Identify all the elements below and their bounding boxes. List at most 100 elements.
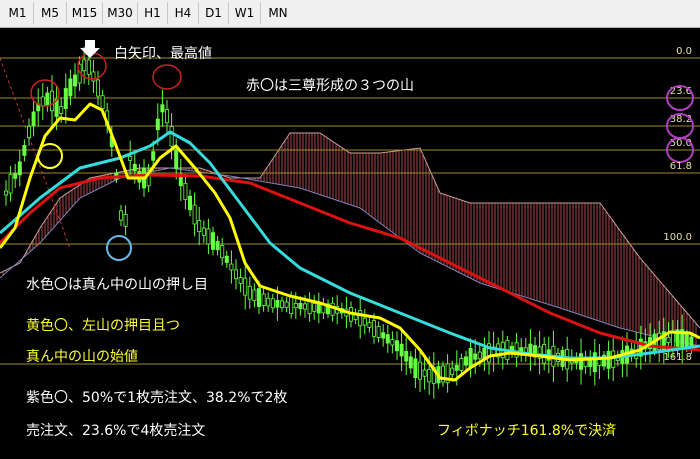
- cyan-circle-marker: [106, 235, 132, 261]
- candle-body: [210, 232, 215, 250]
- candle-body: [174, 149, 179, 169]
- fib-level-label: 61.8: [670, 161, 692, 172]
- candle-body: [201, 227, 206, 236]
- annotation-yellow-note-1: 黄色〇、左山の押目且つ: [26, 317, 180, 334]
- candle-body: [468, 347, 473, 368]
- candle-body: [229, 263, 234, 271]
- candle-body: [183, 182, 188, 201]
- candle-body: [312, 303, 317, 312]
- candle-body: [381, 332, 386, 339]
- candle-body: [192, 204, 197, 225]
- candle-body: [270, 298, 275, 309]
- candle-body: [151, 151, 156, 161]
- candle-body: [82, 59, 87, 72]
- candle-body: [73, 74, 78, 87]
- candle-body: [252, 289, 257, 301]
- candle-body: [68, 78, 73, 97]
- candle-body: [477, 351, 482, 360]
- candle-body: [579, 353, 584, 370]
- candle-body: [155, 118, 160, 131]
- candle-body: [100, 95, 105, 109]
- candle-body: [238, 277, 243, 284]
- candle-body: [413, 358, 418, 379]
- candle-body: [330, 302, 335, 316]
- candle-body: [164, 109, 169, 124]
- left-peak-red-circle: [30, 79, 60, 107]
- timeframe-button-d1[interactable]: D1: [199, 2, 229, 24]
- candle-body: [289, 296, 294, 315]
- candle-body: [261, 293, 266, 306]
- annotation-cyan-note: 水色〇は真ん中の山の押し目: [26, 276, 208, 293]
- candle-body: [247, 285, 252, 300]
- candle-body: [266, 297, 271, 307]
- candle-body: [40, 96, 45, 107]
- candle-body: [542, 344, 547, 364]
- annotation-purple-note-1: 紫色〇、50%で1枚売注文、38.2%で2枚: [26, 389, 287, 406]
- candle-body: [243, 277, 248, 296]
- candle-body: [86, 59, 91, 75]
- candle-body: [169, 125, 174, 147]
- candle-body: [8, 173, 13, 194]
- candle-body: [293, 303, 298, 309]
- moving-averages: [0, 102, 700, 382]
- fast-moving-average-line: [0, 102, 700, 382]
- candle-body: [463, 356, 468, 366]
- yellow-circle-marker: [37, 143, 63, 169]
- candle-body: [26, 125, 31, 139]
- candle-body: [666, 336, 671, 343]
- ichimoku-cloud: [0, 57, 700, 347]
- candle-body: [376, 326, 381, 338]
- candle-body: [96, 79, 101, 97]
- timeframe-button-m5[interactable]: M5: [34, 2, 67, 24]
- candle-body: [197, 219, 202, 233]
- timeframe-button-m30[interactable]: M30: [103, 2, 138, 24]
- candle-body: [417, 361, 422, 380]
- timeframe-button-m15[interactable]: M15: [67, 2, 103, 24]
- candle-body: [459, 358, 464, 371]
- annotation-arrow-note: 白矢印、最高値: [114, 45, 212, 62]
- candle-body: [367, 322, 372, 328]
- candle-body: [22, 145, 27, 156]
- candle-body: [233, 269, 238, 280]
- candle-body: [385, 334, 390, 344]
- candle-body: [523, 347, 528, 353]
- timeframe-button-m1[interactable]: M1: [2, 2, 34, 24]
- timeframe-button-h4[interactable]: H4: [168, 2, 199, 24]
- candle-body: [408, 356, 413, 369]
- candle-body: [59, 106, 64, 114]
- candle-body: [473, 353, 478, 360]
- candle-body: [427, 368, 432, 383]
- candle-body: [279, 300, 284, 308]
- candle-body: [63, 88, 68, 109]
- timeframe-button-w1[interactable]: W1: [229, 2, 261, 24]
- candle-body: [17, 161, 22, 176]
- candle-body: [13, 173, 18, 179]
- timeframe-button-mn[interactable]: MN: [261, 2, 295, 24]
- candle-body: [390, 339, 395, 346]
- candle-body: [206, 228, 211, 245]
- candle-body: [123, 213, 128, 227]
- candle-body: [671, 330, 676, 348]
- chart-area[interactable]: 0.0 23.6 38.2 50.0 61.8 100.0 161.8 白矢印、最高値 赤〇…: [0, 28, 700, 455]
- timeframe-button-h1[interactable]: H1: [138, 2, 168, 24]
- fib-level-label: 100.0: [663, 232, 692, 243]
- candle-body: [399, 343, 404, 357]
- right-peak-red-circle: [152, 64, 182, 90]
- candle-body: [119, 210, 124, 221]
- candle-body: [128, 155, 133, 161]
- annotation-purple-note-2: 売注文、23.6%で4枚売注文: [26, 423, 205, 439]
- candle-body: [132, 163, 137, 172]
- candle-body: [275, 299, 280, 308]
- timeframe-toolbar: M1 M5 M15 M30 H1 H4 D1 W1 MN: [0, 0, 700, 28]
- candle-body: [371, 320, 376, 337]
- candle-body: [4, 190, 9, 196]
- candle-body: [592, 352, 597, 373]
- candle-body: [358, 310, 363, 327]
- fib-level-label: 0.0: [676, 46, 692, 57]
- candle-body: [256, 288, 261, 307]
- price-chart[interactable]: 0.023.638.250.061.8100.0161.8 白矢印、最高値 赤〇…: [0, 28, 700, 455]
- annotation-red-note: 赤〇は三尊形成の３つの山: [246, 77, 414, 94]
- annotation-exit-note: フィボナッチ161.8%で決済: [437, 423, 616, 439]
- candle-body: [284, 301, 289, 308]
- candle-body: [302, 303, 307, 310]
